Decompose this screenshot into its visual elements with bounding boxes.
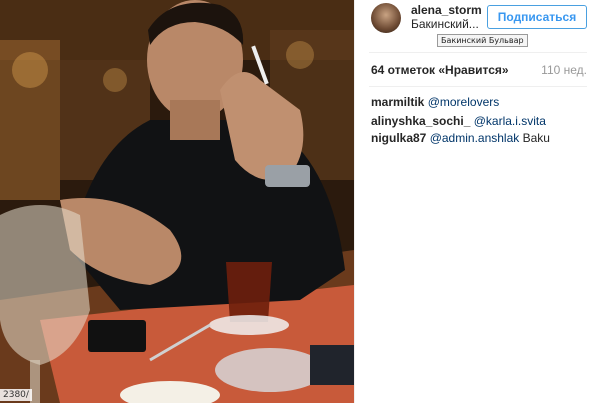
author-location[interactable]: Бакинский... — [411, 17, 479, 31]
comment-mention[interactable]: @morelovers — [428, 95, 500, 109]
comment-user[interactable]: alinyshka_sochi_ — [371, 114, 470, 128]
post-header: alena_storm Бакинский... Подписаться Бак… — [355, 0, 600, 47]
comment-mention[interactable]: @admin.anshlak — [430, 131, 520, 145]
post-time[interactable]: 110 нед. — [541, 63, 587, 77]
comment-item: nigulka87 @admin.anshlak Baku — [371, 131, 550, 145]
comment-user[interactable]: marmiltik — [371, 95, 424, 109]
photo-scene — [0, 0, 354, 403]
stats-divider — [369, 86, 587, 87]
author-username[interactable]: alena_storm — [411, 3, 482, 17]
comment-item: marmiltik @morelovers — [371, 95, 499, 109]
comment-user[interactable]: nigulka87 — [371, 131, 426, 145]
comment-item: alinyshka_sochi_ @karla.i.svita — [371, 114, 546, 128]
comment-text: Baku — [522, 131, 550, 145]
photo-url-label: 2380/ — [0, 389, 32, 401]
post-info-panel: alena_storm Бакинский... Подписаться Бак… — [354, 0, 600, 403]
avatar[interactable] — [371, 3, 401, 33]
follow-button[interactable]: Подписаться — [487, 5, 587, 29]
post-photo[interactable]: 2380/ — [0, 0, 354, 403]
likes-count[interactable]: 64 отметок «Нравится» — [371, 63, 509, 77]
location-tooltip: Бакинский Бульвар — [437, 34, 528, 47]
header-divider — [369, 52, 587, 53]
comment-mention[interactable]: @karla.i.svita — [474, 114, 546, 128]
